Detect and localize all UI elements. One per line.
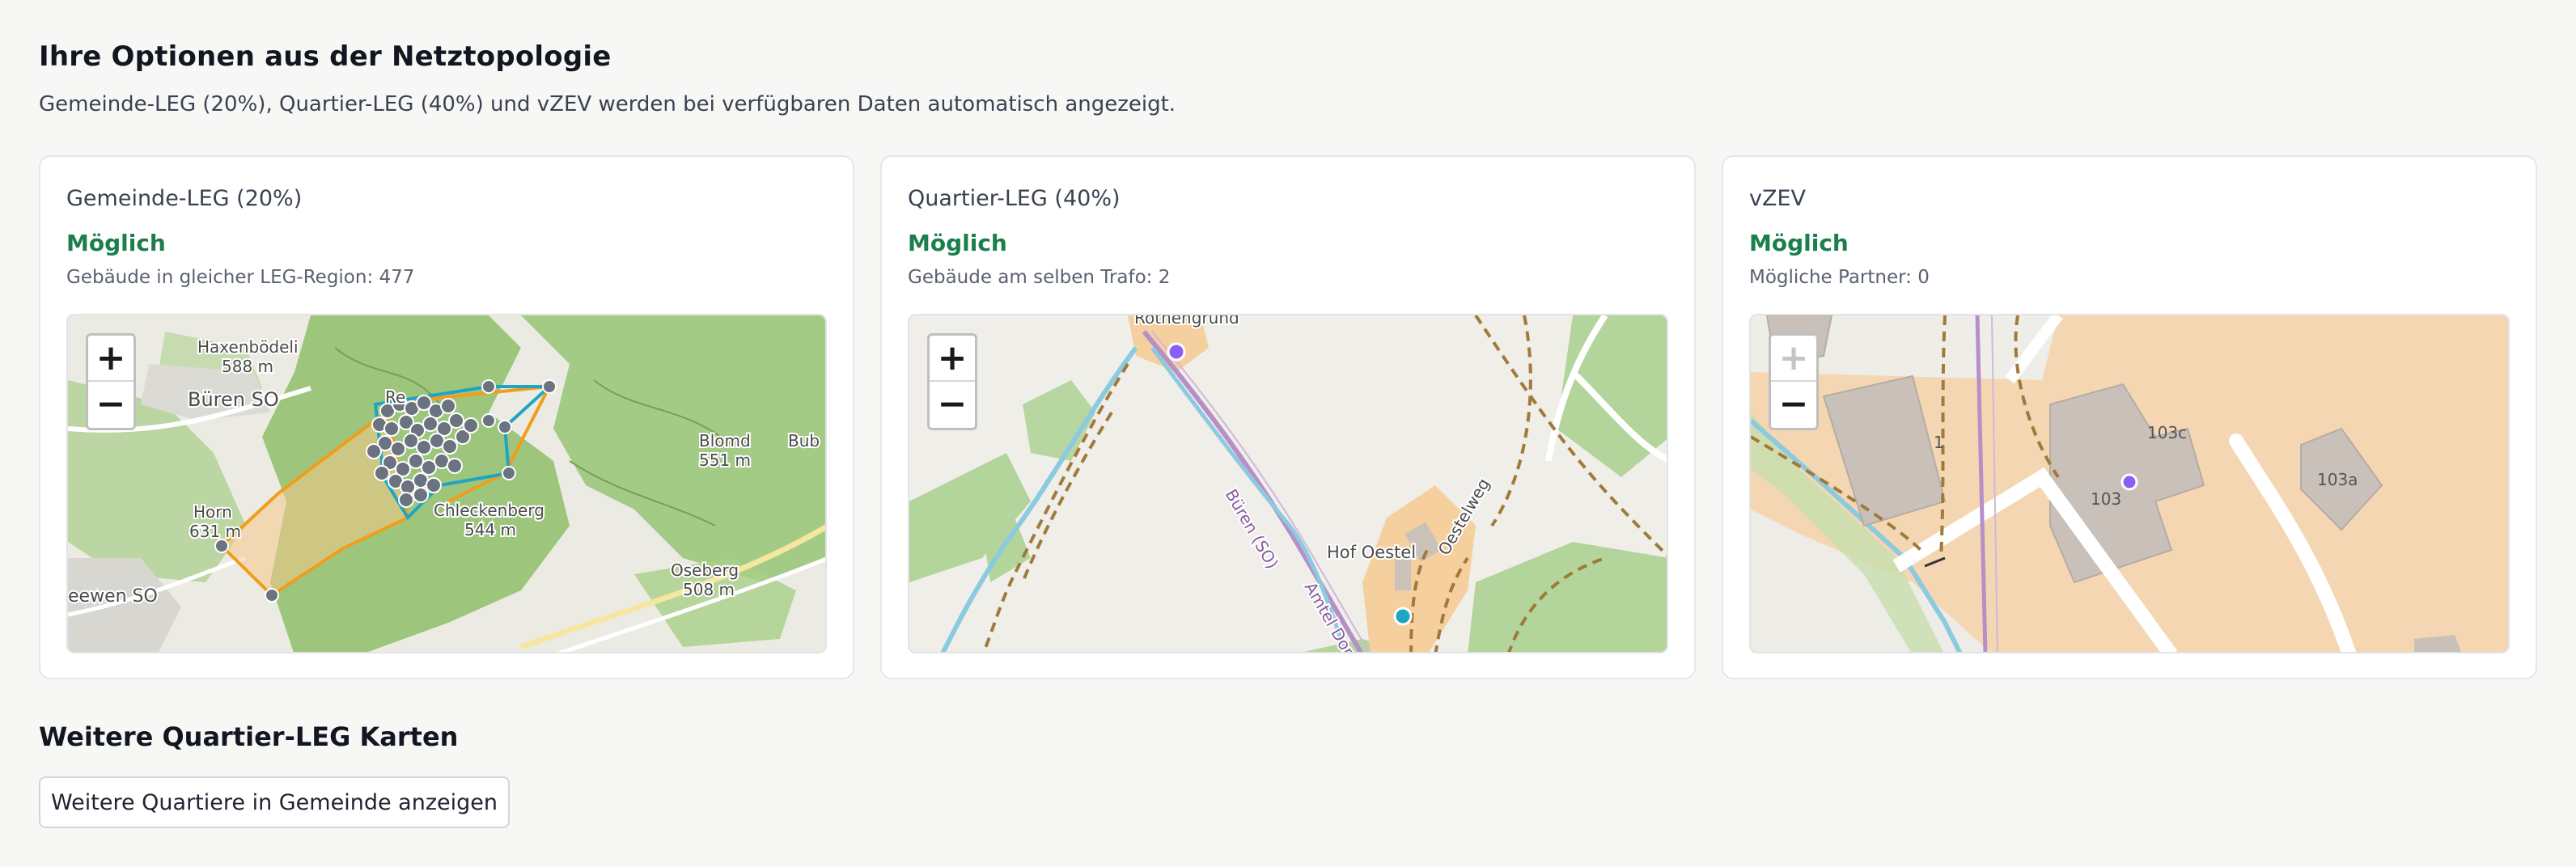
card-status: Möglich bbox=[66, 230, 166, 256]
more-quartier-title: Weitere Quartier-LEG Karten bbox=[39, 721, 459, 752]
map-label-building-103c: 103c bbox=[2147, 423, 2187, 442]
map-vzev[interactable]: 1 103 103c 103a + − bbox=[1749, 314, 2510, 653]
map-label-re: Re bbox=[385, 387, 405, 407]
map-label-rothen: Rothengrund bbox=[1134, 315, 1239, 328]
map-label-chleck: Chleckenberg bbox=[434, 501, 544, 520]
map-label-seewen: eewen SO bbox=[68, 586, 158, 607]
card-title: Quartier-LEG (40%) bbox=[908, 186, 1121, 211]
zoom-in-button[interactable]: + bbox=[88, 336, 133, 382]
card-title: vZEV bbox=[1749, 186, 1807, 211]
map-label-chleck-elev: 544 m bbox=[464, 520, 516, 539]
map-quartier-leg[interactable]: Rothengrund Büren (SO) Hof Oestel Oestel… bbox=[908, 314, 1668, 653]
map-label-bueren: Büren SO bbox=[188, 388, 279, 411]
map-canvas[interactable]: Rothengrund Büren (SO) Hof Oestel Oestel… bbox=[909, 315, 1668, 653]
map-label-blomd-elev: 551 m bbox=[699, 450, 751, 470]
map-canvas[interactable]: Haxenbödeli 588 m Büren SO Horn 631 m Bl… bbox=[68, 315, 827, 653]
building-dot[interactable] bbox=[1393, 607, 1413, 626]
zoom-control: + − bbox=[86, 333, 136, 430]
page: Ihre Optionen aus der Netztopologie Geme… bbox=[0, 0, 2576, 867]
map-label-building-103a: 103a bbox=[2317, 470, 2358, 489]
options-cards: Gemeinde-LEG (20%) Möglich Gebäude in gl… bbox=[39, 155, 2537, 679]
map-label-horn: Horn bbox=[193, 502, 232, 522]
map-label-blomd: Blomd bbox=[699, 431, 751, 450]
section-description: Gemeinde-LEG (20%), Quartier-LEG (40%) u… bbox=[39, 92, 1176, 116]
zoom-control: + − bbox=[1769, 333, 1819, 430]
map-label-oseh-elev: 508 m bbox=[683, 580, 735, 599]
card-meta: Gebäude am selben Trafo: 2 bbox=[908, 267, 1171, 288]
map-label-horn-elev: 631 m bbox=[189, 522, 241, 541]
map-label-haxen: Haxenbödeli bbox=[197, 337, 299, 357]
zoom-in-button[interactable]: + bbox=[1771, 336, 1816, 382]
map-label-oseh: Oseberg bbox=[671, 560, 739, 580]
zoom-in-button[interactable]: + bbox=[930, 336, 975, 382]
card-status: Möglich bbox=[908, 230, 1007, 256]
map-gemeinde-leg[interactable]: Haxenbödeli 588 m Büren SO Horn 631 m Bl… bbox=[66, 314, 827, 653]
building-dot[interactable] bbox=[1167, 342, 1186, 362]
map-canvas[interactable]: 1 103 103c 103a bbox=[1751, 315, 2510, 653]
map-label-bub: Bub bbox=[788, 431, 820, 450]
card-meta: Mögliche Partner: 0 bbox=[1749, 267, 1930, 288]
card-title: Gemeinde-LEG (20%) bbox=[66, 186, 303, 211]
card-meta: Gebäude in gleicher LEG-Region: 477 bbox=[66, 267, 415, 288]
card-status: Möglich bbox=[1749, 230, 1849, 256]
zoom-out-button[interactable]: − bbox=[88, 382, 133, 428]
building-dot[interactable] bbox=[2121, 473, 2138, 491]
zoom-out-button[interactable]: − bbox=[1771, 382, 1816, 428]
show-more-quartiere-button[interactable]: Weitere Quartiere in Gemeinde anzeigen bbox=[39, 776, 510, 828]
map-label-building-103: 103 bbox=[2091, 489, 2121, 509]
map-label-haxen-elev: 588 m bbox=[222, 357, 273, 376]
zoom-control: + − bbox=[927, 333, 977, 430]
map-label-building-1: 1 bbox=[1934, 433, 1944, 452]
map-label-hof: Hof Oestel bbox=[1327, 543, 1416, 562]
zoom-out-button[interactable]: − bbox=[930, 382, 975, 428]
card-quartier-leg: Quartier-LEG (40%) Möglich Gebäude am se… bbox=[880, 155, 1696, 679]
card-vzev: vZEV Möglich Mögliche Partner: 0 1 103 1… bbox=[1722, 155, 2537, 679]
section-title: Ihre Optionen aus der Netztopologie bbox=[39, 40, 612, 73]
card-gemeinde-leg: Gemeinde-LEG (20%) Möglich Gebäude in gl… bbox=[39, 155, 854, 679]
